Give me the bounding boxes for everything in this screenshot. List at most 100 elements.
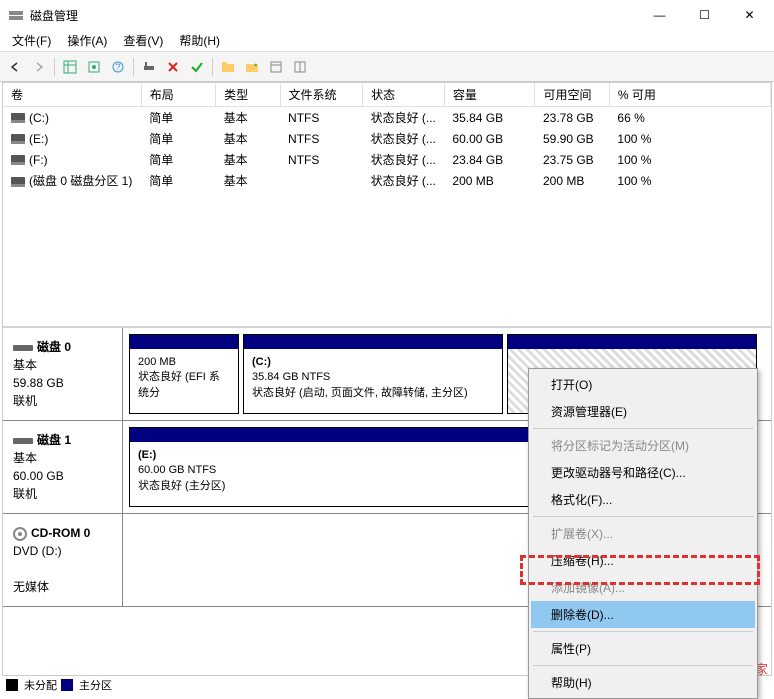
disk-label[interactable]: CD-ROM 0DVD (D:) 无媒体: [3, 514, 123, 606]
partition[interactable]: 200 MB状态良好 (EFI 系统分: [129, 334, 239, 414]
volume-icon: [11, 177, 25, 187]
ctx-separator: [533, 428, 753, 429]
volume-cell: 简单: [141, 149, 215, 170]
ctx-explorer[interactable]: 资源管理器(E): [531, 398, 755, 425]
volume-cell: 基本: [216, 107, 280, 129]
volume-cell: 状态良好 (...: [363, 170, 445, 191]
toolbar-separator: [212, 58, 213, 76]
column-header[interactable]: 布局: [141, 83, 215, 107]
check-icon[interactable]: [186, 56, 208, 78]
ctx-separator: [533, 665, 753, 666]
forward-button[interactable]: [28, 56, 50, 78]
volume-cell: 100 %: [609, 128, 770, 149]
app-icon: [8, 7, 24, 23]
context-menu: 打开(O) 资源管理器(E) 将分区标记为活动分区(M) 更改驱动器号和路径(C…: [528, 368, 758, 699]
partition-header: [244, 335, 502, 349]
volume-icon: [11, 155, 25, 165]
volume-cell: (F:): [3, 149, 141, 170]
volume-list[interactable]: 卷布局类型文件系统状态容量可用空间% 可用 (C:)简单基本NTFS状态良好 (…: [3, 83, 771, 328]
menu-file[interactable]: 文件(F): [4, 30, 59, 51]
ctx-separator: [533, 631, 753, 632]
ctx-change-letter[interactable]: 更改驱动器号和路径(C)...: [531, 459, 755, 486]
volume-cell: 简单: [141, 128, 215, 149]
menu-action[interactable]: 操作(A): [59, 30, 115, 51]
ctx-format[interactable]: 格式化(F)...: [531, 486, 755, 513]
volume-cell: 状态良好 (...: [363, 128, 445, 149]
volume-icon: [11, 134, 25, 144]
column-header[interactable]: 状态: [363, 83, 445, 107]
volume-cell: 基本: [216, 149, 280, 170]
window-title: 磁盘管理: [30, 7, 637, 24]
volume-cell: (C:): [3, 107, 141, 129]
window-controls: — ☐ ✕: [637, 0, 772, 30]
volume-cell: 60.00 GB: [444, 128, 535, 149]
volume-cell: 状态良好 (...: [363, 149, 445, 170]
volume-cell: 23.78 GB: [535, 107, 609, 129]
volume-cell: (磁盘 0 磁盘分区 1): [3, 170, 141, 191]
volume-cell: 59.90 GB: [535, 128, 609, 149]
back-button[interactable]: [4, 56, 26, 78]
ctx-properties[interactable]: 属性(P): [531, 635, 755, 662]
disk-label[interactable]: 磁盘 0基本59.88 GB联机: [3, 328, 123, 420]
toolbar: ?: [0, 52, 774, 82]
volume-cell: NTFS: [280, 107, 363, 129]
menu-help[interactable]: 帮助(H): [171, 30, 228, 51]
partition[interactable]: (C:)35.84 GB NTFS状态良好 (启动, 页面文件, 故障转储, 主…: [243, 334, 503, 414]
close-button[interactable]: ✕: [727, 0, 772, 30]
column-header[interactable]: % 可用: [609, 83, 770, 107]
volume-row[interactable]: (C:)简单基本NTFS状态良好 (...35.84 GB23.78 GB66 …: [3, 107, 771, 129]
volume-row[interactable]: (E:)简单基本NTFS状态良好 (...60.00 GB59.90 GB100…: [3, 128, 771, 149]
ctx-shrink[interactable]: 压缩卷(H)...: [531, 547, 755, 574]
volume-row[interactable]: (磁盘 0 磁盘分区 1)简单基本状态良好 (...200 MB200 MB10…: [3, 170, 771, 191]
settings-icon[interactable]: [138, 56, 160, 78]
legend-primary-swatch: [61, 679, 73, 691]
disk-icon: [13, 438, 33, 444]
volume-cell: 基本: [216, 128, 280, 149]
toolbar-separator: [133, 58, 134, 76]
volume-cell: [280, 170, 363, 191]
partition-body: (C:)35.84 GB NTFS状态良好 (启动, 页面文件, 故障转储, 主…: [244, 349, 502, 413]
volume-cell: 状态良好 (...: [363, 107, 445, 129]
volume-cell: 23.84 GB: [444, 149, 535, 170]
detail-icon[interactable]: [289, 56, 311, 78]
ctx-separator: [533, 516, 753, 517]
maximize-button[interactable]: ☐: [682, 0, 727, 30]
volume-table: 卷布局类型文件系统状态容量可用空间% 可用 (C:)简单基本NTFS状态良好 (…: [3, 83, 771, 191]
volume-cell: 简单: [141, 170, 215, 191]
ctx-delete-volume[interactable]: 删除卷(D)...: [531, 601, 755, 628]
help-icon[interactable]: ?: [107, 56, 129, 78]
minimize-button[interactable]: —: [637, 0, 682, 30]
refresh-icon[interactable]: [83, 56, 105, 78]
volume-row[interactable]: (F:)简单基本NTFS状态良好 (...23.84 GB23.75 GB100…: [3, 149, 771, 170]
column-header[interactable]: 容量: [444, 83, 535, 107]
ctx-help[interactable]: 帮助(H): [531, 669, 755, 696]
volume-cell: 100 %: [609, 149, 770, 170]
ctx-extend[interactable]: 扩展卷(X)...: [531, 520, 755, 547]
legend-primary: 主分区: [79, 677, 112, 693]
view-list-icon[interactable]: [59, 56, 81, 78]
ctx-mark-active[interactable]: 将分区标记为活动分区(M): [531, 432, 755, 459]
volume-cell: NTFS: [280, 128, 363, 149]
ctx-mirror[interactable]: 添加镜像(A)...: [531, 574, 755, 601]
delete-icon[interactable]: [162, 56, 184, 78]
props-icon[interactable]: [265, 56, 287, 78]
column-header[interactable]: 卷: [3, 83, 141, 107]
folder-icon[interactable]: [217, 56, 239, 78]
titlebar: 磁盘管理 — ☐ ✕: [0, 0, 774, 30]
legend-unallocated: 未分配: [24, 677, 57, 693]
column-header[interactable]: 文件系统: [280, 83, 363, 107]
ctx-open[interactable]: 打开(O): [531, 371, 755, 398]
disk-label[interactable]: 磁盘 1基本60.00 GB联机: [3, 421, 123, 513]
menu-view[interactable]: 查看(V): [115, 30, 171, 51]
partition-header: [508, 335, 756, 349]
volume-cell: 35.84 GB: [444, 107, 535, 129]
menubar: 文件(F) 操作(A) 查看(V) 帮助(H): [0, 30, 774, 52]
star-icon[interactable]: [241, 56, 263, 78]
svg-text:?: ?: [115, 62, 120, 72]
volume-cell: 简单: [141, 107, 215, 129]
partition-body: 200 MB状态良好 (EFI 系统分: [130, 349, 238, 413]
volume-cell: 基本: [216, 170, 280, 191]
volume-cell: NTFS: [280, 149, 363, 170]
column-header[interactable]: 类型: [216, 83, 280, 107]
column-header[interactable]: 可用空间: [535, 83, 609, 107]
